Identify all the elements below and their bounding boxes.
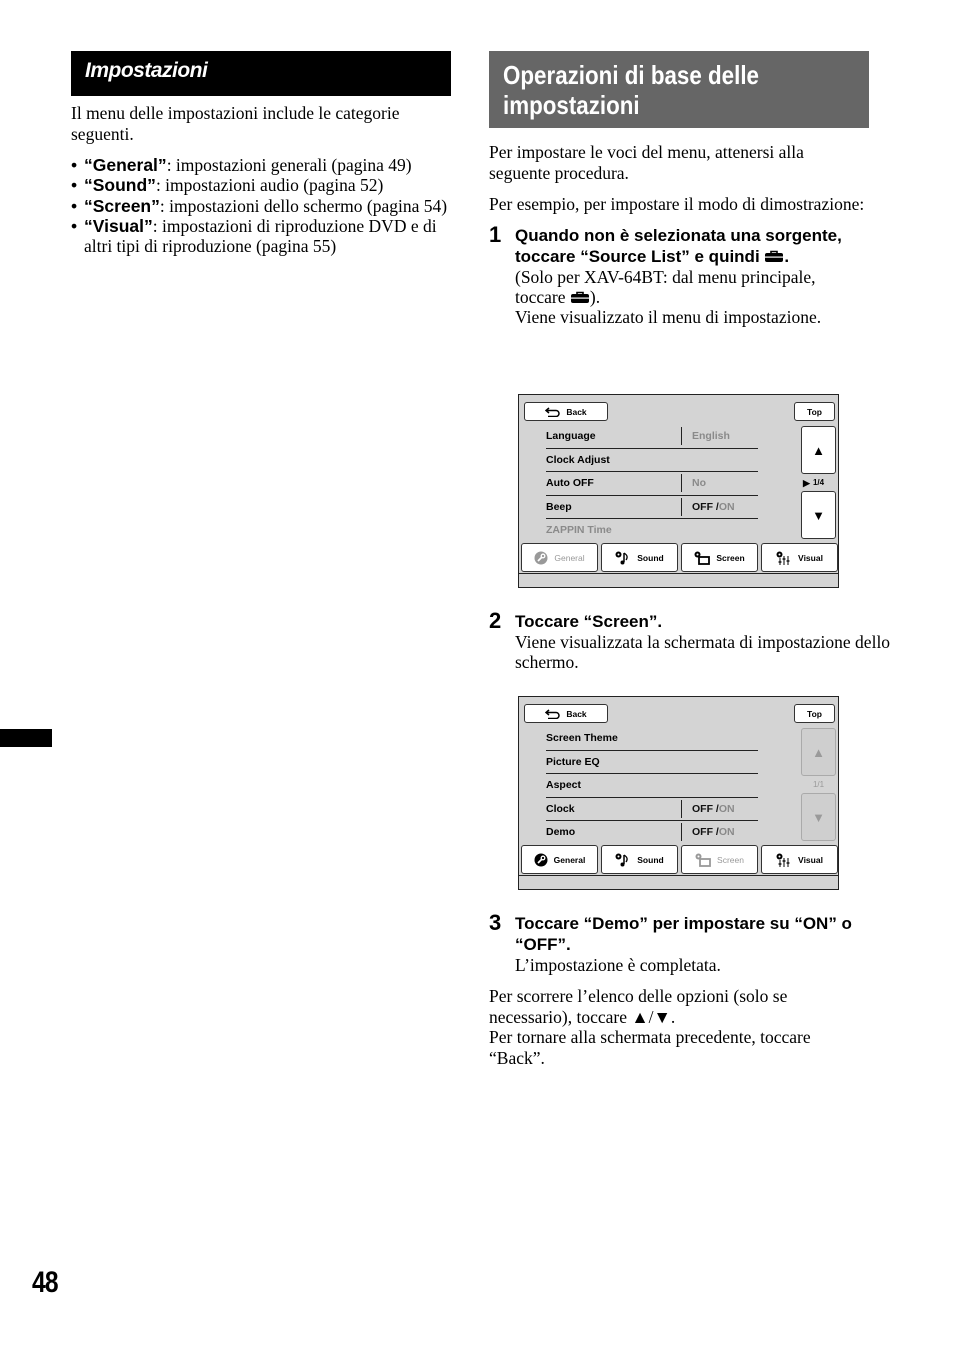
step-body: L’impostazione è completata. [515,955,721,975]
page-indicator: 1/1 [812,780,825,789]
toolbox-icon [570,291,589,303]
wrench-icon [534,551,548,564]
bullet-icon: • [71,195,78,216]
step-3: 3 Toccare “Demo” per impostare su “ON” o… [489,910,869,975]
top-button[interactable]: Top [794,402,835,421]
tab-visual[interactable]: Visual [761,845,838,874]
tab-screen[interactable]: Screen [681,543,758,572]
list-item: • “Visual”: impostazioni di riproduzione … [71,215,437,257]
settings-list: LanguageEnglish▶ Clock Adjust▶ Auto OFFN… [546,425,810,542]
section-title-impostazioni: Impostazioni [71,51,451,96]
menu-item-screen-theme[interactable]: Screen Theme▶ [546,727,810,751]
step-1: 1 Quando non è selezionata una sorgente,… [489,221,869,328]
back-note: Per tornare alla schermata precedente, t… [489,1027,811,1068]
step-number: 3 [489,910,502,935]
menu-item-zappin-time: ZAPPIN Time [546,524,612,537]
intro-paragraph-2: Per esempio, per impostare il modo di di… [489,194,865,214]
tab-general[interactable]: General [521,845,598,874]
wrench-icon [534,853,548,866]
category-list: • “General”: impostazioni generali (pagin… [71,155,451,256]
list-item: • “Screen”: impostazioni dello schermo (p… [71,195,448,216]
screen-status-bar [519,573,838,587]
settings-list: Screen Theme▶ Picture EQ Aspect ClockOFF… [546,727,810,844]
sound-icon [615,551,629,564]
step-body: Viene visualizzata la schermata di impos… [515,632,891,673]
scroll-down-button[interactable]: ▼ [801,491,836,539]
settings-screen-general: Back Top LanguageEnglish▶ Clock Adjust▶ … [518,394,839,588]
scroll-up-button[interactable]: ▲ [801,728,836,776]
page-indicator: 1/4 [812,478,825,487]
page-number: 48 [32,1266,59,1299]
menu-item-demo[interactable]: Demo OFF / ON [546,821,758,844]
back-arrow-icon [545,708,561,719]
step-title: Toccare “Screen”. [515,612,663,631]
scroll-up-button[interactable]: ▲ [801,426,836,474]
toolbox-icon [765,250,784,262]
back-arrow-icon [545,406,561,417]
step-title: Quando non è selezionata una sorgente, t… [515,225,842,266]
section-tab-marker [0,729,52,747]
menu-item-beep[interactable]: Beep OFF / ON [546,496,758,519]
tab-sound[interactable]: Sound [601,845,678,874]
bullet-icon: • [71,215,78,236]
back-button[interactable]: Back [524,704,608,723]
menu-item-aspect[interactable]: Aspect [546,774,758,798]
bullet-icon: • [71,175,78,196]
right-column: Operazioni di base delle impostazioni Pe… [489,51,869,327]
step-title: Toccare “Demo” per impostare su “ON” o “… [515,914,852,954]
screen-icon [694,551,711,565]
back-button[interactable]: Back [524,402,608,421]
list-item: • “General”: impostazioni generali (pagin… [71,155,412,175]
left-column: Impostazioni Il menu delle impostazioni … [71,51,451,256]
sound-icon [615,853,629,866]
step-2: 2 Toccare “Screen”. Viene visualizzata l… [489,608,895,673]
menu-item-clock-adjust[interactable]: Clock Adjust▶ [546,449,810,472]
menu-item-clock[interactable]: Clock OFF / ON [546,798,758,821]
category-tabs: General Sound Screen Visual [521,543,838,572]
top-button[interactable]: Top [794,704,835,723]
tab-general[interactable]: General [521,543,598,572]
step-body: (Solo per XAV-64BT: dal menu principale,… [515,266,822,328]
toggle-value[interactable]: OFF / ON [681,823,735,842]
menu-item-picture-eq[interactable]: Picture EQ [546,751,758,774]
scroll-note: Per scorrere l’elenco delle opzioni (sol… [489,986,788,1027]
category-tabs: General Sound Screen Visual [521,845,838,874]
list-item: • “Sound”: impostazioni audio (pagina 52) [71,175,384,196]
intro-paragraph-1: Per impostare le voci del menu, atteners… [489,142,804,183]
visual-icon [776,551,790,565]
scroll-down-button[interactable]: ▼ [801,793,836,841]
screen-icon [695,853,711,867]
toggle-value[interactable]: OFF / ON [681,497,735,516]
step-number: 1 [489,221,502,247]
intro-text: Il menu delle impostazioni include le ca… [71,103,400,144]
screen-status-bar [519,875,838,889]
tab-screen[interactable]: Screen [681,845,758,874]
menu-item-language[interactable]: LanguageEnglish▶ [546,425,810,449]
step-3-block: 3 Toccare “Demo” per impostare su “ON” o… [489,910,869,1068]
toggle-value[interactable]: OFF / ON [681,799,735,818]
visual-icon [776,853,790,867]
tab-sound[interactable]: Sound [601,543,678,572]
section-title-operazioni: Operazioni di base delle impostazioni [489,51,869,128]
tab-visual[interactable]: Visual [761,543,838,572]
settings-screen-screen: Back Top Screen Theme▶ Picture EQ Aspect… [518,696,839,890]
step-number: 2 [489,608,502,633]
menu-item-auto-off[interactable]: Auto OFF No ▶ [546,472,810,496]
bullet-icon: • [71,155,78,175]
